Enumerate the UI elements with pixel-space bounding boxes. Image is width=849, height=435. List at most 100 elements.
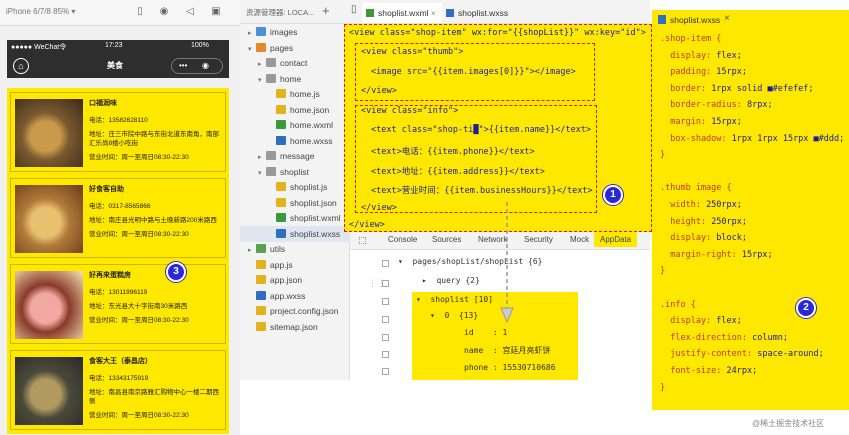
close-mini-icon[interactable]: ◉ [202,59,209,73]
tree-item-label: app.json [270,275,303,285]
capsule-menu[interactable]: ••• ◉ [171,58,223,74]
tree-item-home-js[interactable]: home.js [240,86,350,102]
row-checkbox[interactable] [382,368,389,375]
tree-item-app-json[interactable]: app.json [240,272,350,288]
tree-item-shoplist-wxml[interactable]: shoplist.wxml [240,210,350,226]
tree-item-home-wxml[interactable]: home.wxml [240,117,350,133]
appdata-shoplist[interactable]: ▾ shoplist [10] [416,292,493,308]
tree-item-shoplist-wxss[interactable]: shoplist.wxss [240,225,350,242]
shop-name: 好食客自助 [89,186,124,193]
tree-item-label: project.config.json [270,306,339,316]
file-icon [276,120,286,129]
file-icon [276,135,286,145]
record-icon[interactable]: ◉ [158,6,170,18]
tree-item-home[interactable]: ▾ home [240,71,350,87]
shop-thumb-image [15,271,83,339]
shop-info: 好再来蛋糕房 电话：13011996119 地址：东光县大十字街南30米路西 营业时间… [89,271,223,339]
tree-item-utils[interactable]: ▸ utils [240,241,350,257]
css-line: .info { [660,300,696,310]
tab-shoplist-wxml[interactable]: shoplist.wxml × [362,3,442,23]
device-selector[interactable]: iPhone 6/7/8 85% ▾ [6,7,75,16]
css-property: .thumb image { [660,183,732,194]
shop-name: 好再来蛋糕房 [89,272,131,279]
tab-shoplist-wxss[interactable]: shoplist.wxss [442,3,514,23]
shop-thumb-image [15,185,83,253]
toggle-icon[interactable]: ▯ [351,4,357,15]
window-icon[interactable]: ▣ [210,6,222,18]
tree-item-pages[interactable]: ▾ pages [240,40,350,56]
file-icon [276,228,286,238]
tree-item-shoplist-js[interactable]: shoplist.js [240,179,350,195]
tree-item-home-json[interactable]: home.json [240,102,350,118]
phone-icon[interactable]: ▯ [134,6,146,18]
tree-item-project-config-json[interactable]: project.config.json [240,303,350,319]
badge-3: 3 [166,262,186,282]
shop-item[interactable]: 好食客自助 电话：0317-8565866 地址：南庄县光明中路与土晚新路200米路… [10,178,226,258]
tab-appdata[interactable]: AppData [594,232,638,247]
row-checkbox[interactable] [382,316,389,323]
tree-item-label: shoplist.json [290,197,337,208]
file-icon [256,275,266,284]
more-icon[interactable]: ••• [179,59,187,73]
tab-sources[interactable]: Sources [432,235,461,244]
row-checkbox[interactable] [382,298,389,305]
css-property: .shop-item { [660,34,722,44]
css-value: 15rpx; [716,67,748,78]
home-icon[interactable]: ⌂ [13,58,29,74]
tree-item-shoplist[interactable]: ▾ shoplist [240,164,350,180]
row-checkbox[interactable] [382,351,389,358]
tab-mock[interactable]: Mock [570,235,589,244]
tree-item-message[interactable]: ▸ message [240,148,350,164]
tree-item-home-wxss[interactable]: home.wxss [240,133,350,149]
css-value: 1rpx solid ■#efefef; [711,83,814,94]
code-line: </view> [349,220,385,230]
css-value: 15rpx; [741,249,773,260]
tab-console[interactable]: Console [388,235,417,244]
css-property: height: [660,216,712,227]
css-value: 250rpx; [711,216,748,227]
tree-item-shoplist-json[interactable]: shoplist.json [240,195,350,211]
css-line: margin: 15rpx; [660,117,742,127]
appdata-root[interactable]: ▾ pages/shopList/shopList {6} [398,254,543,270]
css-property: box-shadow: [660,133,732,144]
css-property: } [660,266,666,277]
appdata-item-0[interactable]: ▾ 0 {13} [430,308,478,324]
file-icon [276,89,286,98]
add-icon[interactable]: + [322,3,330,18]
appdata-query[interactable]: ▸ query {2} [422,273,480,289]
shop-address: 地址：东光县大十字街南30米路西 [89,303,188,310]
close-icon[interactable]: × [724,13,730,24]
drag-handle-icon[interactable]: ⋮⋮ [368,278,386,289]
tree-item-sitemap-json[interactable]: sitemap.json [240,319,350,335]
tab-close-icon[interactable]: × [431,8,436,18]
row-checkbox[interactable] [382,260,389,267]
tree-item-app-js[interactable]: app.js [240,257,350,273]
shop-item[interactable]: 口福润味 电话：13582628110 地址：庄三市院中路与东街北道东南角，南部汇乐… [10,92,226,172]
css-property: width: [660,200,707,210]
tree-item-contact[interactable]: ▸ contact [240,55,350,71]
css-value: column; [752,332,788,343]
shop-address: 地址：庄三市院中路与东街北道东南角，南部汇乐尚8楼小吃街 [89,131,219,147]
css-value: 250rpx; [706,200,742,210]
css-line: display: block; [660,233,747,243]
tree-item-label: message [280,151,315,161]
shop-item[interactable]: 食客大王（泰昌店） 电话：13343175919 地址：南昌县南京路雅汇购物中心一楼… [10,350,226,430]
back-icon[interactable]: ◁ [184,6,196,18]
css-line: justify-content: space-around; [660,349,824,359]
wxss-tab-label[interactable]: shoplist.wxss [670,15,720,25]
inspect-icon[interactable]: ⬚ [358,235,367,246]
css-property: border-radius: [660,100,747,111]
file-icon [256,290,266,300]
css-property: } [660,150,666,161]
shop-item[interactable]: 好再来蛋糕房 电话：13011996119 地址：东光县大十字街南30米路西 营业时间… [10,264,226,344]
file-icon [256,321,266,331]
tree-item-images[interactable]: ▸ images [240,24,350,40]
time-label: 17:23 [105,42,123,49]
tree-item-app-wxss[interactable]: app.wxss [240,288,350,304]
shop-phone: 电话：13343175919 [89,375,149,382]
css-line: } [660,266,665,276]
wxss-code-panel[interactable]: 2 .shop-item { display: flex; padding: 1… [652,30,849,410]
row-checkbox[interactable] [382,334,389,341]
tab-security[interactable]: Security [524,235,553,244]
nav-title: 美食 [107,61,123,70]
